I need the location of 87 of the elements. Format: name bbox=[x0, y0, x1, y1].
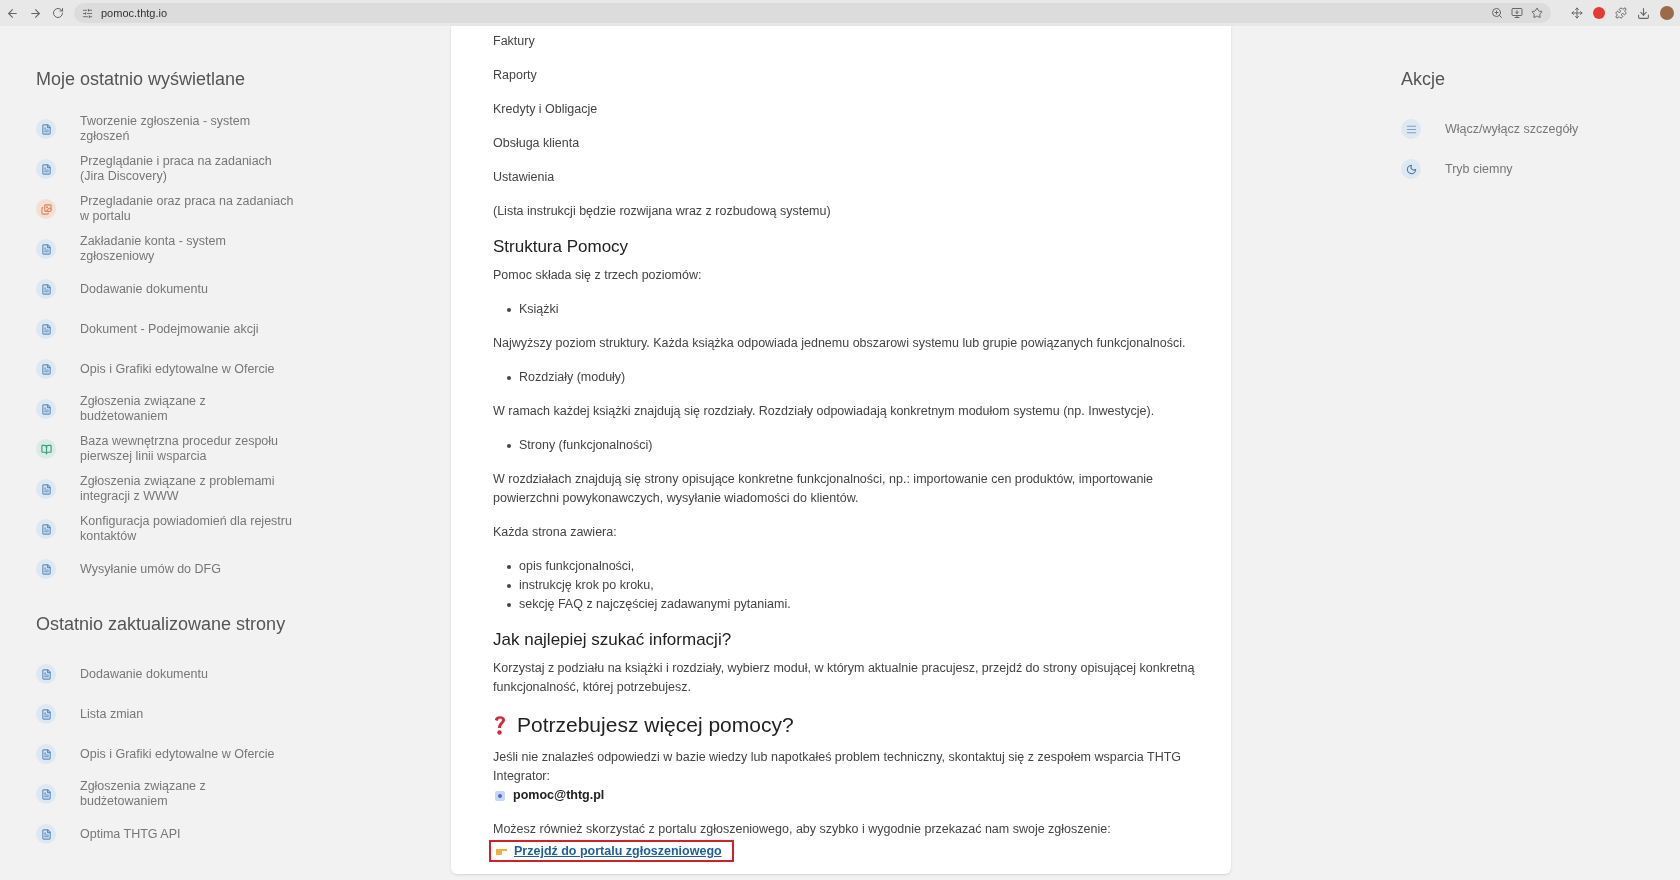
page-icon bbox=[36, 119, 56, 139]
email-address: pomoc@thtg.pl bbox=[513, 787, 605, 804]
envelope-icon bbox=[495, 790, 505, 801]
sidebar-item[interactable]: Optima THTG API bbox=[36, 814, 451, 854]
sidebar-item[interactable]: Zgłoszenia związane z problemami integracji z WWW bbox=[36, 469, 451, 509]
site-settings-icon[interactable] bbox=[82, 7, 93, 19]
page-icon bbox=[36, 704, 56, 724]
list-icon bbox=[1401, 119, 1421, 139]
address-bar[interactable]: pomoc.thtg.io bbox=[74, 3, 1551, 23]
install-icon[interactable] bbox=[1511, 7, 1523, 19]
forward-icon[interactable] bbox=[29, 6, 42, 20]
section-heading: Struktura Pomocy bbox=[493, 236, 630, 258]
sidebar-item[interactable]: Baza wewnętrzna procedur zespołu pierwszej linii wsparcia bbox=[36, 429, 451, 469]
bullet-icon bbox=[507, 583, 511, 588]
page-icon bbox=[36, 239, 56, 259]
sidebar-item[interactable]: Dodawanie dokumentu bbox=[36, 654, 451, 694]
sidebar-item[interactable]: Przeglądanie i praca na zadaniach (Jira Discovery) bbox=[36, 149, 451, 189]
zoom-icon[interactable] bbox=[1491, 7, 1503, 19]
paragraph: Pomoc składa się z trzech poziomów: bbox=[493, 267, 703, 284]
download-icon[interactable] bbox=[1637, 6, 1650, 20]
book-icon bbox=[36, 439, 56, 459]
paragraph: W rozdziałach znajdują się strony opisujące konkretne funkcjonalności, np.: importowanie cen produktów, importowanie powierzchni powykonawczych, wysyłanie wiadomości do klientów. bbox=[493, 471, 1155, 507]
bullet-icon bbox=[507, 375, 511, 380]
portal-link[interactable]: Przejdź do portalu zgłoszeniowego bbox=[489, 840, 734, 862]
list-item: instrukcję krok po kroku, bbox=[519, 577, 654, 594]
paragraph: Jeśli nie znalazłeś odpowiedzi w bazie wiedzy lub napotkałeś problem techniczny, skontaktuj się z zespołem wsparcia THTG Integrator: bbox=[493, 749, 1183, 785]
move-icon[interactable] bbox=[1571, 7, 1583, 19]
page-icon bbox=[36, 159, 56, 179]
bullet-icon bbox=[507, 564, 511, 569]
page-icon bbox=[36, 479, 56, 499]
paragraph: Korzystaj z podziału na książki i rozdziały, wybierz moduł, w którym aktualnie pracujesz, przejdź do strony opisującej konkretną funkcjonalność, której potrzebujesz. bbox=[493, 660, 1196, 696]
paragraph: Raporty bbox=[493, 67, 538, 84]
section-heading: Akcje bbox=[1401, 68, 1446, 91]
page-icon bbox=[36, 519, 56, 539]
paragraph: Możesz również skorzystać z portalu zgłoszeniowego, aby szybko i wygodnie przekazać nam swoje zgłoszenie: bbox=[493, 821, 1112, 838]
page-icon bbox=[36, 399, 56, 419]
sidebar-item[interactable]: Opis i Grafiki edytowalne w Ofercie bbox=[36, 349, 451, 389]
section-heading: Ostatnio zaktualizowane strony bbox=[36, 613, 287, 636]
page-icon bbox=[36, 359, 56, 379]
sidebar-item[interactable]: Przegladanie oraz praca na zadaniach w portalu bbox=[36, 189, 451, 229]
paragraph: Faktury bbox=[493, 33, 536, 50]
moon-icon bbox=[1401, 159, 1421, 179]
avatar[interactable] bbox=[1660, 6, 1674, 20]
sidebar-item[interactable]: Tworzenie zgłoszenia - system zgłoszeń bbox=[36, 109, 451, 149]
sidebar-item[interactable]: Zgłoszenia związane z budżetowaniem bbox=[36, 389, 451, 429]
page-icon bbox=[36, 319, 56, 339]
list-item: opis funkcjonalności, bbox=[519, 558, 635, 575]
list-item: Rozdziały (moduły) bbox=[519, 369, 626, 386]
paragraph: Obsługa klienta bbox=[493, 135, 581, 152]
paragraph: W ramach każdej książki znajdują się rozdziały. Rozdziały odpowiadają konkretnym modułom systemu (np. Inwestycje). bbox=[493, 403, 1156, 420]
reload-icon[interactable] bbox=[52, 7, 64, 19]
page-icon bbox=[36, 824, 56, 844]
sidebar-item[interactable]: Wysyłanie umów do DFG bbox=[36, 549, 451, 589]
list-item: sekcję FAQ z najczęściej zadawanymi pytaniami. bbox=[519, 596, 791, 613]
section-heading: Jak najlepiej szukać informacji? bbox=[493, 629, 733, 651]
page-icon bbox=[36, 784, 56, 804]
page-icon bbox=[36, 559, 56, 579]
adblock-icon[interactable] bbox=[1593, 7, 1605, 19]
list-item: Książki bbox=[519, 301, 559, 318]
bullet-icon bbox=[507, 307, 511, 312]
paragraph: Każda strona zawiera: bbox=[493, 524, 618, 541]
sidebar-item[interactable]: Włącz/wyłącz szczegóły bbox=[1401, 109, 1660, 149]
back-icon[interactable] bbox=[6, 6, 19, 20]
page-icon bbox=[36, 744, 56, 764]
paragraph: (Lista instrukcji będzie rozwijana wraz z rozbudową systemu) bbox=[493, 203, 832, 220]
section-heading: Moje ostatnio wyświetlane bbox=[36, 68, 247, 91]
paragraph: Kredyty i Obligacje bbox=[493, 101, 599, 118]
paragraph: Najwyższy poziom struktury. Każda książka odpowiada jednemu obszarowi systemu lub grupie powiązanych funkcjonalności. bbox=[493, 335, 1187, 352]
bullet-icon bbox=[507, 443, 511, 448]
sidebar-item[interactable]: Opis i Grafiki edytowalne w Ofercie bbox=[36, 734, 451, 774]
sidebar-item[interactable]: Dokument - Podejmowanie akcji bbox=[36, 309, 451, 349]
paragraph: Ustawienia bbox=[493, 169, 556, 186]
list-item: Strony (funkcjonalności) bbox=[519, 437, 653, 454]
sidebar-item[interactable]: Konfiguracja powiadomień dla rejestru kontaktów bbox=[36, 509, 451, 549]
sidebar-item[interactable]: Zakładanie konta - system zgłoszeniowy bbox=[36, 229, 451, 269]
sidebar-item[interactable]: Dodawanie dokumentu bbox=[36, 269, 451, 309]
sidebar-item[interactable]: Tryb ciemny bbox=[1401, 149, 1660, 189]
drawing-icon bbox=[36, 199, 56, 219]
question-icon bbox=[493, 714, 507, 736]
page-icon bbox=[36, 664, 56, 684]
bullet-icon bbox=[507, 602, 511, 607]
sidebar-item[interactable]: Lista zmian bbox=[36, 694, 451, 734]
page-icon bbox=[36, 279, 56, 299]
sidebar-item[interactable]: Zgłoszenia związane z budżetowaniem bbox=[36, 774, 451, 814]
bookmark-icon[interactable] bbox=[1531, 7, 1543, 19]
extensions-icon[interactable] bbox=[1615, 7, 1627, 19]
section-heading: Potrzebujesz więcej pomocy? bbox=[517, 712, 794, 738]
